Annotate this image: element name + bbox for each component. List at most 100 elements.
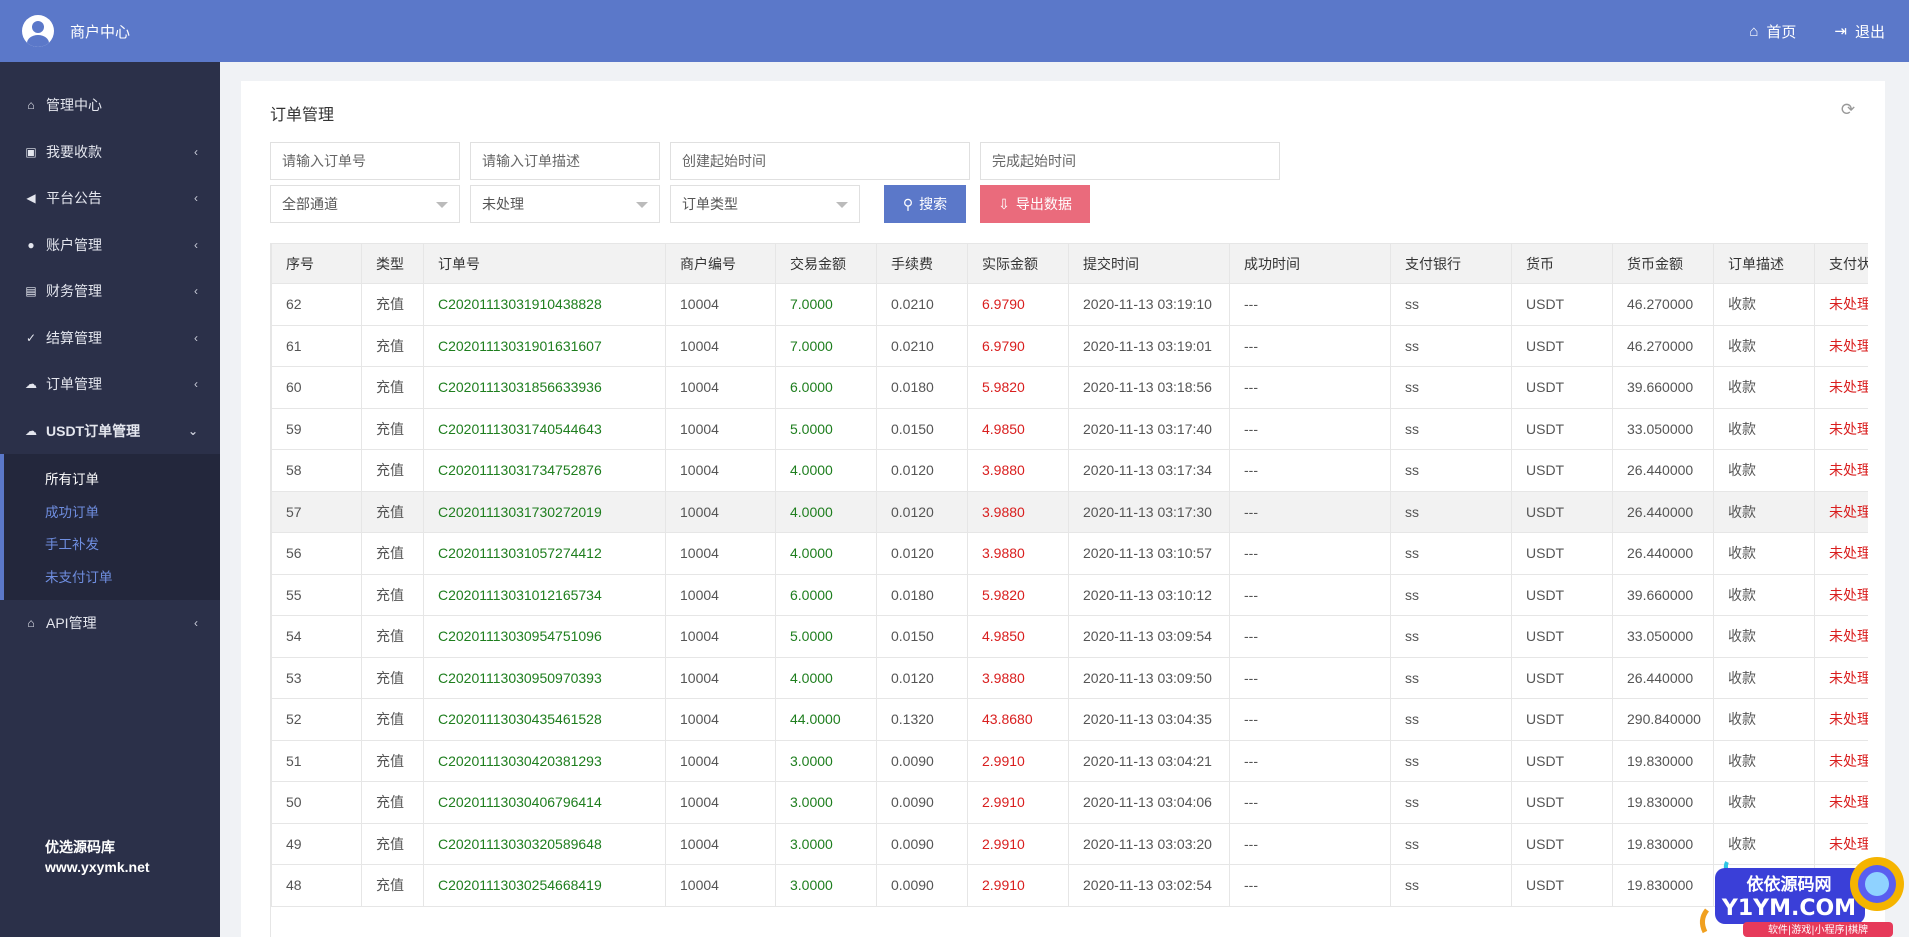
sidebar-item-7[interactable]: ☁ USDT订单管理 ⌄ [0,408,220,455]
table-row[interactable]: 58 充值 C20201113031734752876 10004 4.0000 0.01… [271,449,1868,492]
sidebar-item-label: 管理中心 [46,97,102,114]
table-cell: --- [1229,490,1391,533]
order-no-input[interactable] [270,142,460,180]
table-row[interactable]: 50 充值 C20201113030406796414 10004 3.0000 0.00… [271,781,1868,824]
sidebar-item-5[interactable]: ✓ 结算管理 ‹ [0,315,220,362]
logout-link[interactable]: ⇥ 退出 [1834,21,1885,42]
table-cell: USDT [1511,449,1613,492]
table-cell: 5.9820 [967,366,1069,409]
table-row[interactable]: 48 充值 C20201113030254668419 10004 3.0000 0.00… [271,864,1868,907]
table-cell: 收款 [1713,532,1815,575]
caret-down-icon [836,202,848,208]
sidebar-item-2[interactable]: ◀ 平台公告 ‹ [0,175,220,222]
order-type-select[interactable]: 订单类型 [670,185,860,223]
sidebar-subitem-success-orders[interactable]: 成功订单 [4,495,220,528]
table-cell: 5.0000 [775,407,877,450]
table-cell: C20201113031734752876 [423,449,666,492]
chevron-icon: ‹ [194,191,198,206]
table-cell: 充值 [361,739,424,782]
sidebar-item-0[interactable]: ⌂ 管理中心 [0,82,220,129]
column-header[interactable]: 实际金额 [967,243,1069,284]
sidebar-item-4[interactable]: ▤ 财务管理 ‹ [0,268,220,315]
table-cell: 6.9790 [967,324,1069,367]
column-header[interactable]: 手续费 [876,243,968,284]
column-header[interactable]: 提交时间 [1068,243,1230,284]
table-cell: 46.270000 [1612,324,1714,367]
table-row[interactable]: 49 充值 C20201113030320589648 10004 3.0000 0.00… [271,822,1868,865]
refresh-icon[interactable]: ⟳ [1837,99,1859,121]
table-row[interactable]: 60 充值 C20201113031856633936 10004 6.0000 0.01… [271,366,1868,409]
sidebar-item-3[interactable]: ● 账户管理 ‹ [0,222,220,269]
column-header[interactable]: 序号 [271,243,362,284]
table-cell: 5.9820 [967,573,1069,616]
table-cell: ss [1390,739,1512,782]
home-link[interactable]: ⌂ 首页 [1749,21,1796,42]
table-cell: C20201113030954751096 [423,615,666,658]
table-cell: USDT [1511,781,1613,824]
column-header[interactable]: 交易金额 [775,243,877,284]
column-header[interactable]: 订单号 [423,243,666,284]
table-cell: --- [1229,366,1391,409]
table-row[interactable]: 62 充值 C20201113031910438828 10004 7.0000 0.02… [271,283,1868,326]
table-cell: C20201113031012165734 [423,573,666,616]
avatar-icon[interactable] [22,15,54,47]
table-cell: USDT [1511,490,1613,533]
table-cell: 19.830000 [1612,781,1714,824]
column-header[interactable]: 订单描述 [1713,243,1815,284]
sidebar-item-6[interactable]: ☁ 订单管理 ‹ [0,361,220,408]
table-row[interactable]: 61 充值 C20201113031901631607 10004 7.0000 0.02… [271,324,1868,367]
money-icon: ▤ [25,284,37,299]
table-cell: 充值 [361,698,424,741]
column-header[interactable]: 支付状态 [1814,243,1868,284]
sidebar-item-api[interactable]: ⌂ API管理 ‹ [0,600,220,647]
column-header[interactable]: 类型 [361,243,424,284]
table-cell: 0.0090 [876,781,968,824]
column-header[interactable]: 货币金额 [1612,243,1714,284]
logout-link-label: 退出 [1854,23,1885,41]
table-cell: USDT [1511,324,1613,367]
table-cell: 57 [271,490,362,533]
finish-time-input[interactable] [980,142,1280,180]
column-header[interactable]: 成功时间 [1229,243,1391,284]
column-header[interactable]: 货币 [1511,243,1613,284]
table-row[interactable]: 59 充值 C20201113031740544643 10004 5.0000 0.01… [271,407,1868,450]
export-button[interactable]: ⇩ 导出数据 [980,185,1090,223]
sidebar-subitem-all-orders[interactable]: 所有订单 [4,462,220,495]
column-header[interactable]: 支付银行 [1390,243,1512,284]
table-cell: 2020-11-13 03:10:12 [1068,573,1230,616]
table-row[interactable]: 57 充值 C20201113031730272019 10004 4.0000 0.01… [271,490,1868,533]
table-cell: 充值 [361,366,424,409]
channel-select[interactable]: 全部通道 [270,185,460,223]
table-cell: 未处理 [1814,490,1868,533]
table-cell: 19.830000 [1612,739,1714,782]
sidebar-item-1[interactable]: ▣ 我要收款 ‹ [0,129,220,176]
sidebar-subitem-unpaid-orders[interactable]: 未支付订单 [4,560,220,593]
table-row[interactable]: 52 充值 C20201113030435461528 10004 44.0000 0.1… [271,698,1868,741]
table-cell: 60 [271,366,362,409]
table-cell: 10004 [665,324,776,367]
column-header[interactable]: 商户编号 [665,243,776,284]
table-row[interactable]: 56 充值 C20201113031057274412 10004 4.0000 0.01… [271,532,1868,575]
table-cell: --- [1229,822,1391,865]
status-select[interactable]: 未处理 [470,185,660,223]
table-cell: 0.0090 [876,739,968,782]
table-row[interactable]: 51 充值 C20201113030420381293 10004 3.0000 0.00… [271,739,1868,782]
order-desc-input[interactable] [470,142,660,180]
table-cell: 5.0000 [775,615,877,658]
table-cell: 10004 [665,656,776,699]
search-button[interactable]: ⚲ 搜索 [884,185,966,223]
table-cell: C20201113030254668419 [423,864,666,907]
orders-table-wrapper[interactable]: 序号 类型 订单号 商户编号 交易金额 手续费 实际金额 提交时间 成功时间 支付银行 货币 货币金额… [270,243,1868,937]
table-cell: 10004 [665,407,776,450]
sidebar-subitem-manual-resend[interactable]: 手工补发 [4,527,220,560]
table-row[interactable]: 54 充值 C20201113030954751096 10004 5.0000 0.01… [271,615,1868,658]
table-cell: 10004 [665,739,776,782]
table-row[interactable]: 53 充值 C20201113030950970393 10004 4.0000 0.01… [271,656,1868,699]
table-cell: 2020-11-13 03:09:50 [1068,656,1230,699]
table-cell: 4.0000 [775,656,877,699]
table-row[interactable]: 55 充值 C20201113031012165734 10004 6.0000 0.01… [271,573,1868,616]
create-time-input[interactable] [670,142,970,180]
table-cell: ss [1390,781,1512,824]
check-icon: ✓ [25,330,37,345]
table-cell: 2020-11-13 03:04:21 [1068,739,1230,782]
